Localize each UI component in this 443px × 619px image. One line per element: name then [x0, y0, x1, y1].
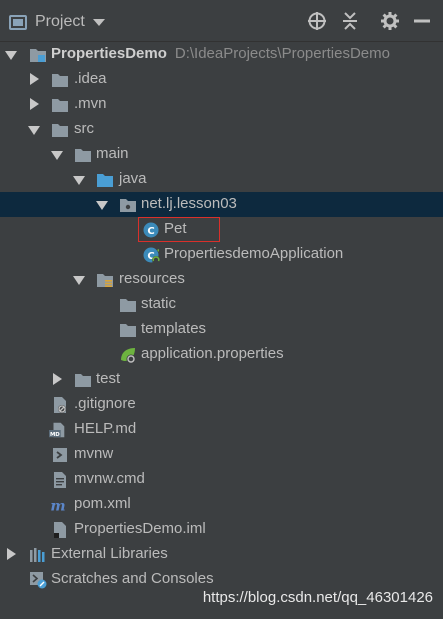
folder-icon — [75, 149, 91, 162]
watermark-url: https://blog.csdn.net/qq_46301426 — [202, 589, 433, 606]
mvn-label: .mvn — [74, 95, 107, 112]
tree-row-main[interactable]: main — [0, 142, 443, 167]
svg-text:m: m — [50, 497, 65, 514]
java-label: java — [119, 170, 147, 187]
class-icon: C — [143, 222, 159, 238]
tree-row-iml[interactable]: PropertiesDemo.iml — [0, 517, 443, 542]
tree-row-test[interactable]: test — [0, 367, 443, 392]
tree-row-help-md[interactable]: MD HELP.md — [0, 417, 443, 442]
tree-row-application-properties[interactable]: application.properties — [0, 342, 443, 367]
tree-row-gitignore[interactable]: .gitignore — [0, 392, 443, 417]
spring-properties-icon — [121, 348, 136, 364]
help-md-label: HELP.md — [74, 420, 137, 437]
static-label: static — [141, 295, 177, 312]
chevron-down-icon[interactable] — [5, 51, 17, 60]
external-libraries-label: External Libraries — [51, 545, 168, 562]
project-view-icon — [9, 14, 27, 30]
tree-row-java[interactable]: java — [0, 167, 443, 192]
chevron-right-icon[interactable] — [30, 73, 39, 85]
folder-icon — [52, 124, 68, 137]
scratches-label: Scratches and Consoles — [51, 570, 214, 587]
pom-label: pom.xml — [74, 495, 131, 512]
tree-row-resources[interactable]: resources — [0, 267, 443, 292]
chevron-right-icon[interactable] — [53, 373, 62, 385]
tree-row-root[interactable]: PropertiesDemo D:\IdeaProjects\Properties… — [0, 42, 443, 67]
main-label: main — [96, 145, 129, 162]
hide-icon[interactable] — [412, 11, 432, 31]
text-file-icon — [54, 472, 66, 488]
maven-icon: m — [50, 497, 65, 514]
tree-row-package[interactable]: net.lj.lesson03 — [0, 192, 443, 217]
tree-row-mvnw[interactable]: mvnw — [0, 442, 443, 467]
chevron-down-icon[interactable] — [28, 126, 40, 135]
ignore-file-icon — [54, 397, 66, 413]
tree-row-mvn[interactable]: .mvn — [0, 92, 443, 117]
mvnw-cmd-label: mvnw.cmd — [74, 470, 145, 487]
chevron-down-icon[interactable] — [51, 151, 63, 160]
shell-script-icon — [53, 448, 67, 462]
templates-label: templates — [141, 320, 207, 337]
collapse-all-icon[interactable] — [340, 11, 360, 31]
tree-row-application[interactable]: C PropertiesdemoApplication — [0, 242, 443, 267]
package-label: net.lj.lesson03 — [141, 195, 237, 212]
application-label: PropertiesdemoApplication — [164, 245, 344, 262]
resources-label: resources — [119, 270, 185, 287]
svg-text:MD: MD — [50, 432, 60, 438]
tree-row-idea[interactable]: .idea — [0, 67, 443, 92]
scratches-icon — [30, 572, 47, 589]
tree-row-pet[interactable]: C Pet — [0, 217, 443, 242]
application-properties-label: application.properties — [141, 345, 284, 362]
project-view-selector[interactable]: Project — [9, 11, 105, 33]
folder-icon — [52, 99, 68, 112]
src-label: src — [74, 120, 94, 137]
tree-row-mvnw-cmd[interactable]: mvnw.cmd — [0, 467, 443, 492]
tree-row-external-libraries[interactable]: External Libraries — [0, 542, 443, 567]
idea-label: .idea — [74, 70, 107, 87]
chevron-down-icon[interactable] — [96, 201, 108, 210]
project-toolbar: Project — [0, 0, 443, 42]
project-view-title: Project — [35, 13, 85, 30]
svg-text:C: C — [147, 226, 154, 237]
gitignore-label: .gitignore — [74, 395, 136, 412]
gear-icon[interactable] — [380, 11, 400, 31]
source-folder-icon — [97, 174, 113, 187]
folder-icon — [120, 324, 136, 337]
folder-icon — [120, 299, 136, 312]
spring-boot-class-icon: C — [143, 247, 160, 264]
resources-folder-icon — [97, 274, 113, 287]
chevron-down-icon[interactable] — [73, 176, 85, 185]
mvnw-label: mvnw — [74, 445, 114, 462]
module-folder-icon — [30, 49, 46, 62]
tree-row-templates[interactable]: templates — [0, 317, 443, 342]
folder-icon — [75, 374, 91, 387]
tree-row-src[interactable]: src — [0, 117, 443, 142]
locate-icon[interactable] — [307, 11, 327, 31]
chevron-right-icon[interactable] — [7, 548, 16, 560]
tree-row-pom[interactable]: m pom.xml — [0, 492, 443, 517]
package-icon — [120, 199, 136, 212]
root-label: PropertiesDemo D:\IdeaProjects\Properties… — [51, 45, 390, 62]
dropdown-caret-icon — [92, 18, 105, 26]
tree-row-static[interactable]: static — [0, 292, 443, 317]
folder-icon — [52, 74, 68, 87]
libraries-icon — [30, 548, 45, 562]
iml-label: PropertiesDemo.iml — [74, 520, 206, 537]
root-path: D:\IdeaProjects\PropertiesDemo — [174, 45, 390, 62]
chevron-down-icon[interactable] — [73, 276, 85, 285]
pet-label: Pet — [164, 220, 187, 237]
module-file-icon — [54, 522, 66, 538]
test-label: test — [96, 370, 121, 387]
markdown-file-icon: MD — [49, 422, 65, 438]
chevron-right-icon[interactable] — [30, 98, 39, 110]
